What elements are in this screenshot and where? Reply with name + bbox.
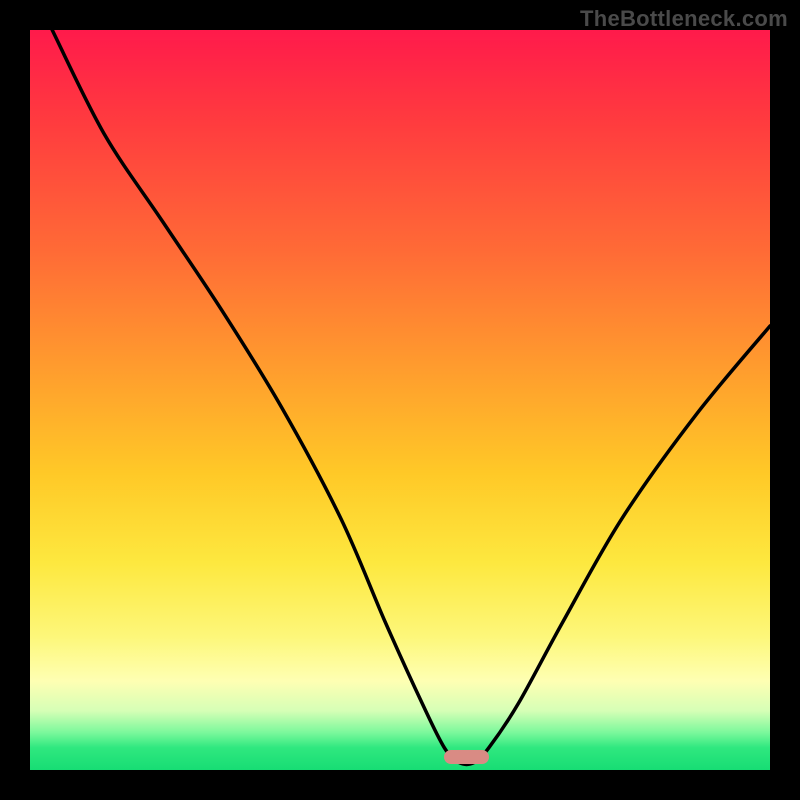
chart-frame: TheBottleneck.com <box>0 0 800 800</box>
curve-svg <box>30 30 770 770</box>
bottleneck-curve-path <box>52 30 770 764</box>
optimal-marker <box>444 750 488 764</box>
watermark-text: TheBottleneck.com <box>580 6 788 32</box>
plot-area <box>30 30 770 770</box>
